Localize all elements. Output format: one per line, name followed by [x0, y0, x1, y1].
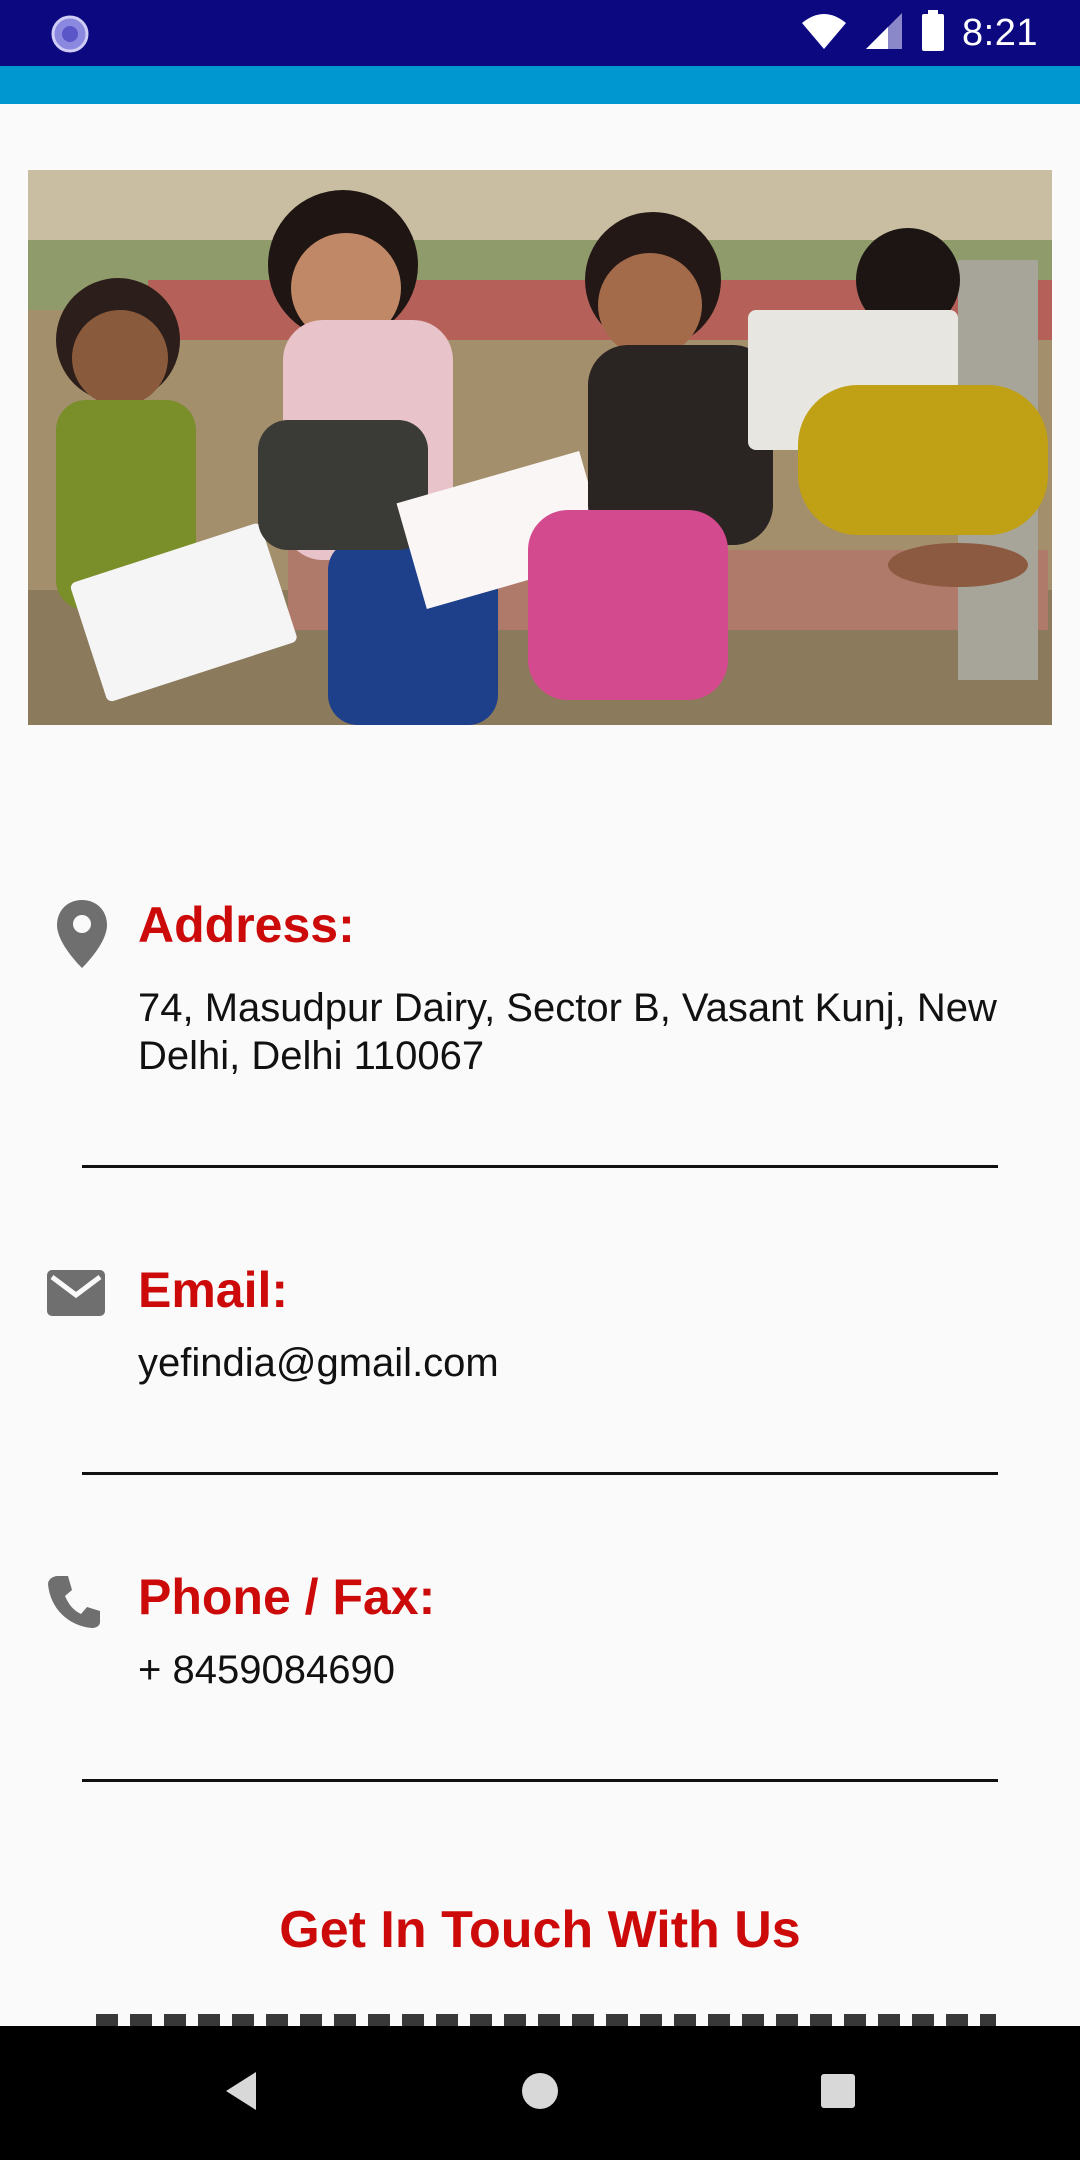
address-value[interactable]: 74, Masudpur Dairy, Sector B, Vasant Kun…: [138, 984, 1018, 1080]
recents-icon: [820, 2073, 856, 2114]
clock-time: 8:21: [962, 11, 1038, 54]
hero-image: [28, 170, 1052, 725]
divider: [82, 1472, 998, 1475]
wifi-icon: [800, 11, 848, 56]
phone-title: Phone / Fax:: [138, 1569, 436, 1625]
phone-icon: [46, 1572, 104, 1635]
back-button[interactable]: [182, 2026, 302, 2160]
divider: [82, 1779, 998, 1782]
email-value[interactable]: yefindia@gmail.com: [138, 1339, 1018, 1387]
get-in-touch-title: Get In Touch With Us: [279, 1901, 801, 1959]
battery-icon: [920, 9, 946, 57]
email-title: Email:: [138, 1262, 289, 1318]
recents-button[interactable]: [778, 2026, 898, 2160]
cellular-signal-icon: [864, 11, 904, 56]
toolbar-strip: [0, 66, 1080, 104]
email-icon: [46, 1269, 106, 1322]
get-in-touch-text-cutoff: [96, 2012, 996, 2026]
address-title: Address:: [138, 897, 355, 953]
location-pin-icon: [54, 898, 110, 975]
phone-value[interactable]: + 8459084690: [138, 1646, 1018, 1694]
back-icon: [222, 2069, 262, 2118]
status-bar: 8:21: [0, 0, 1080, 66]
navigation-bar: [0, 2026, 1080, 2160]
divider: [82, 1165, 998, 1168]
app-notification-icon: [50, 14, 90, 54]
home-button[interactable]: [480, 2026, 600, 2160]
home-icon: [520, 2071, 560, 2116]
